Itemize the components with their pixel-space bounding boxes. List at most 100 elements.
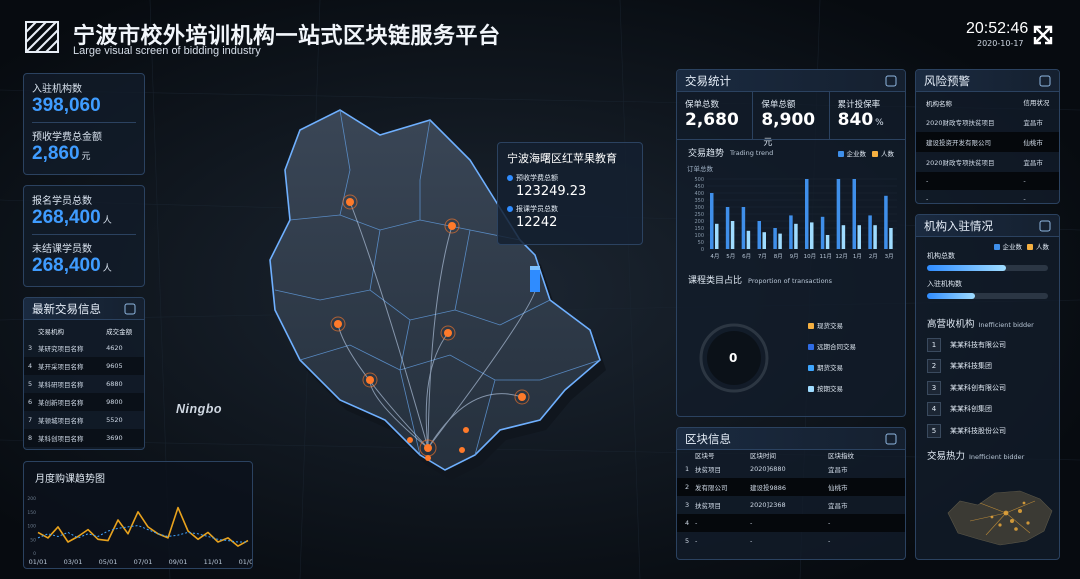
org-bar-1-label: 机构总数 [927,252,955,260]
bar [810,222,814,249]
clock-time: 20:52:46 [966,20,1029,37]
legend-item: 按期交易 [808,379,856,400]
table-row[interactable]: 4 某开采项目名称 9605 [24,357,144,375]
risk-status: - [1023,195,1026,203]
table-row[interactable]: 3 某研究项目名称 4620 [24,339,144,357]
block-index: 1 [685,465,690,473]
table-row[interactable]: 3 扶贫项目 2020]2368 宜昌市 [677,496,905,514]
map-tooltip: 宁波海曙区红苹果教育 预收学费总额 123249.23 报课学员总数 12242 [497,142,643,245]
block-index: 2 [685,483,690,491]
risk-status: 仙桃市 [1023,139,1043,147]
bar [836,179,841,249]
risk-status: - [1023,177,1026,185]
y-tick-label: 150 [694,226,704,232]
rank-name: 某某科技集团 [950,362,992,371]
enrolled-students-label: 报名学员总数 [32,196,92,207]
kpi-insure-rate: 累计投保率 840% [837,100,884,130]
bar [873,225,877,249]
list-item[interactable]: 5 某某科技股份公司 [916,420,1059,442]
rank-name: 某某科创集团 [950,405,992,414]
heat-header: 交易热力 Inefficient bidder [927,450,1025,462]
x-tick-label: 6月 [742,253,751,260]
panel-menu-icon[interactable] [885,433,897,445]
risk-title: 风险预警 [924,73,970,88]
table-row[interactable]: 6 某创新项目名称 9800 [24,393,144,411]
course-legend: 现货交易 远期合同交易 期货交易 按期交易 [808,316,856,400]
block-fingerprint: 宜昌市 [828,502,848,510]
table-row[interactable]: 2020财政专项扶贫项目 宜昌市 [916,152,1059,172]
table-row[interactable]: 4--- [677,514,905,532]
list-item[interactable]: 2 某某科技集团 [916,356,1059,378]
rank-number: 1 [927,337,941,352]
panel-menu-icon[interactable] [1039,220,1051,232]
donut-value: 0 [729,351,738,365]
y-tick-label: 100 [27,524,36,530]
list-item[interactable]: 3 某某科创有限公司 [916,377,1059,399]
block-time: - [750,519,753,527]
x-tick-label: 05/01 [99,558,118,566]
table-row[interactable]: 建设投资开发有限公司 仙桃市 [916,132,1059,152]
prepaid-tuition-label: 预收学费总金额 [32,132,102,143]
legend-item: 远期合同交易 [808,337,856,358]
panel-menu-icon[interactable] [885,75,897,87]
block-fingerprint: - [828,537,831,545]
block-info-title: 区块信息 [685,431,731,446]
trading-trend-chart: 订单总数 050100150200250300350400450500 4月 5月 6月… [687,164,897,260]
org-title: 机构入驻情况 [924,218,993,233]
latest-trades-title: 最新交易信息 [32,301,101,316]
monthly-trend-panel: 月度购课趋势图 0 50 100 150 200 01/01 03/01 05/01 07/01… [23,461,253,569]
x-tick-label: 09/01 [169,558,188,566]
table-row[interactable]: 2 发有限公司 建设投9886 仙桃市 [677,478,905,496]
student-stats-card: 报名学员总数 268,400 人 未结课学员数 268,400 人 [23,185,145,287]
y-tick-label: 450 [694,184,704,190]
prepaid-tuition-value: 2,860 [32,143,80,164]
bar [773,228,777,249]
y-tick-label: 500 [694,177,704,183]
block-time: - [750,537,753,545]
risk-name: - [926,195,929,203]
bar [762,232,766,249]
row-name: 某开采项目名称 [38,363,84,371]
row-name: 某研究项目名称 [38,345,84,353]
bar [730,221,735,249]
unfinished-students-value: 268,400 [32,255,101,276]
bar [715,223,719,249]
list-item[interactable]: 4 某某科创集团 [916,399,1059,421]
table-header: 交易机构 成交金额 [38,328,133,336]
fullscreen-icon[interactable] [1033,25,1053,45]
map-label: Ningbo [176,402,223,416]
enrolled-students-unit: 人 [102,216,112,226]
bar [805,179,809,249]
table-row[interactable]: 1 扶贫项目 2020]6880 宜昌市 [677,460,905,478]
block-info-panel: 区块信息 区块号 区块时间 区块指纹 1 扶贫项目 2020]6880 宜昌市 2 发有限公司… [676,427,906,560]
bar [741,207,746,249]
x-tick-label: 8月 [774,253,783,260]
panel-menu-icon[interactable] [1039,75,1051,87]
x-tick-label: 1月 [853,253,862,260]
x-tick-label: 2月 [869,253,878,260]
x-tick-label: 01/01 [29,558,48,566]
row-index: 6 [28,398,33,406]
panel-menu-icon[interactable] [124,303,136,315]
table-row[interactable]: 5--- [677,532,905,550]
table-row[interactable]: -- [916,190,1059,203]
table-row[interactable]: 2020财政专项扶贫项目 宜昌市 [916,112,1059,132]
table-row[interactable]: -- [916,172,1059,190]
y-tick-label: 100 [694,233,704,239]
table-row[interactable]: 8 某科创项目名称 3690 [24,429,144,447]
institution-count-label: 入驻机构数 [32,84,82,95]
x-tick-label: 11/01 [204,558,223,566]
bar [884,195,888,249]
x-tick-label: 4月 [710,253,719,260]
latest-trades-panel: 最新交易信息 交易机构 成交金额 3 某研究项目名称 4620 4 某开采项目名称 9605… [23,297,145,450]
block-time: 2020]6880 [750,465,786,473]
y-tick-label: 50 [30,537,36,543]
org-bar-2-label: 入驻机构数 [927,280,962,288]
list-item[interactable]: 1 某某科技有限公司 [916,334,1059,356]
kpi-policy-count: 保单总数 2,680 [677,92,754,139]
rank-name: 某某科技有限公司 [950,340,1006,349]
table-row[interactable]: 5 某科研项目名称 6880 [24,375,144,393]
tooltip-key-2: 报课学员总数 [516,205,558,213]
institution-count-value: 398,060 [32,95,101,116]
table-row[interactable]: 7 某顿城项目名称 5520 [24,411,144,429]
